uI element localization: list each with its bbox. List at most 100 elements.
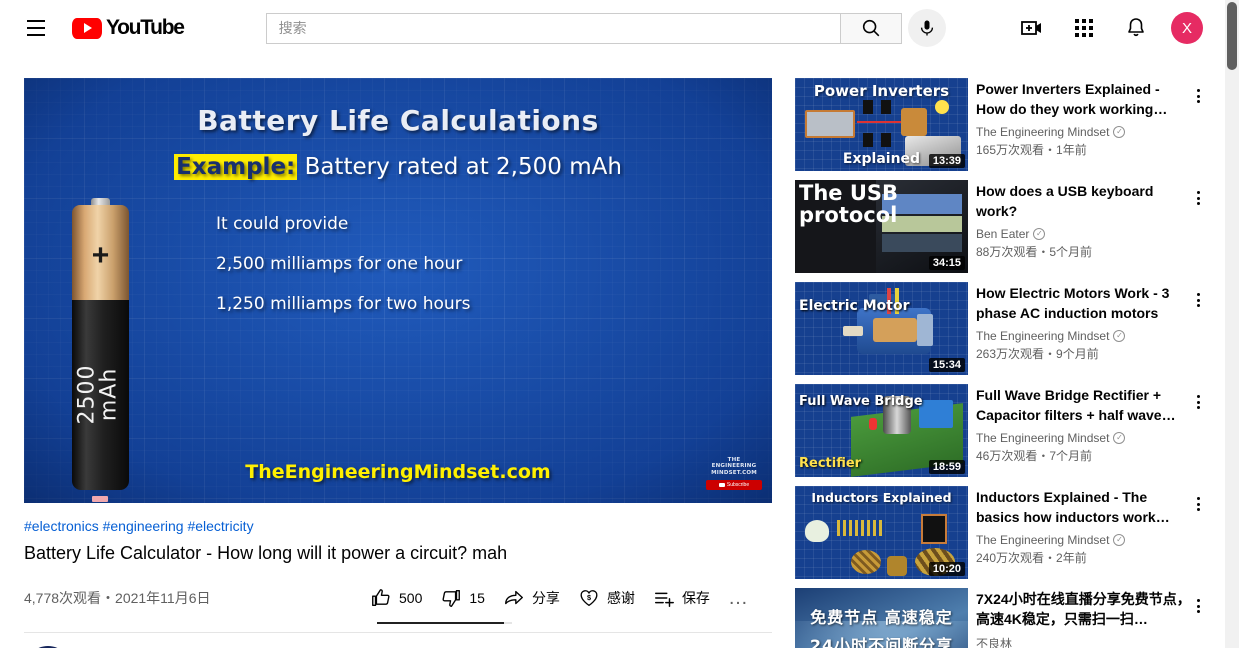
recommendation-meta: 7X24小时在线直播分享免费节点，高速4K稳定，只需扫一扫… 不良林 bbox=[976, 588, 1191, 648]
player-vignette bbox=[24, 78, 772, 503]
video-thumbnail[interactable]: The USB protocol 34:15 bbox=[795, 180, 968, 273]
heart-dollar-icon: $ bbox=[580, 590, 598, 607]
more-actions-button[interactable]: … bbox=[719, 578, 759, 618]
video-action-buttons: 500 15 分享 $ 感谢 保存 … bbox=[361, 578, 759, 618]
recommendation-stats: 263万次观看・9个月前 bbox=[976, 347, 1099, 361]
channel-watermark[interactable]: THE ENGINEERING MINDSET.COM Subscribe bbox=[706, 457, 762, 490]
video-thumbnail[interactable]: Inductors Explained 10:20 bbox=[795, 486, 968, 579]
recommendation-channel-name: The Engineering Mindset bbox=[976, 431, 1110, 445]
more-options-icon[interactable] bbox=[1186, 492, 1210, 516]
thumbnail-caption-top: Full Wave Bridge bbox=[799, 394, 923, 409]
video-player[interactable]: Battery Life Calculations Example: Batte… bbox=[24, 78, 772, 503]
recommendation-channel[interactable]: Ben Eater ✓ bbox=[976, 227, 1191, 241]
recommendation-meta: Full Wave Bridge Rectifier + Capacitor f… bbox=[976, 384, 1191, 477]
scrollbar-thumb[interactable] bbox=[1227, 2, 1237, 70]
recommendation-title: 7X24小时在线直播分享免费节点，高速4K稳定，只需扫一扫… bbox=[976, 591, 1191, 627]
video-duration: 18:59 bbox=[928, 460, 965, 474]
more-options-icon[interactable] bbox=[1186, 288, 1210, 312]
recommendation-channel[interactable]: 不良林 bbox=[976, 635, 1191, 648]
recommendation-channel[interactable]: The Engineering Mindset ✓ bbox=[976, 125, 1191, 139]
list-item[interactable]: Inductors Explained 10:20 Inductors Expl… bbox=[795, 486, 1210, 579]
thanks-button[interactable]: $ 感谢 bbox=[569, 578, 644, 618]
save-label: 保存 bbox=[681, 590, 710, 607]
list-item[interactable]: The USB protocol 34:15 How does a USB ke… bbox=[795, 180, 1210, 273]
more-options-icon[interactable] bbox=[1186, 84, 1210, 108]
video-thumbnail[interactable]: Power Inverters Explained 13:39 bbox=[795, 78, 968, 171]
share-button[interactable]: 分享 bbox=[494, 578, 569, 618]
guide-menu-icon[interactable] bbox=[16, 8, 56, 48]
dislike-count: 15 bbox=[469, 590, 485, 607]
video-thumbnail[interactable]: 免费节点 高速稳定 24小时不间断分享 bbox=[795, 588, 968, 648]
verified-check-icon: ✓ bbox=[1033, 228, 1046, 240]
recommendation-stats: 46万次观看・7个月前 bbox=[976, 449, 1093, 463]
youtube-logo-text: YouTube bbox=[106, 16, 185, 39]
recommendation-channel[interactable]: The Engineering Mindset ✓ bbox=[976, 431, 1191, 445]
video-hashtags-text: #electronics #engineering #electricity bbox=[24, 518, 254, 534]
recommendation-stats: 240万次观看・2年前 bbox=[976, 551, 1087, 565]
video-thumbnail[interactable]: Full Wave Bridge Rectifier 18:59 bbox=[795, 384, 968, 477]
masthead: YouTube CN bbox=[0, 0, 1225, 56]
recommendation-meta: Inductors Explained - The basics how ind… bbox=[976, 486, 1191, 579]
recommendation-channel[interactable]: The Engineering Mindset ✓ bbox=[976, 329, 1191, 343]
share-arrow-icon bbox=[505, 591, 523, 605]
save-to-playlist-icon bbox=[654, 593, 674, 608]
more-actions-label: … bbox=[727, 587, 750, 610]
slide-example-line: Example: Battery rated at 2,500 mAh bbox=[24, 154, 772, 180]
youtube-play-icon bbox=[72, 17, 102, 39]
share-label: 分享 bbox=[531, 590, 560, 607]
more-options-icon[interactable] bbox=[1186, 186, 1210, 210]
thumbnail-caption-bottom: Rectifier bbox=[799, 456, 862, 471]
battery-illustration: + 2500 mAh bbox=[72, 198, 129, 502]
create-video-button[interactable] bbox=[1015, 11, 1049, 45]
video-duration: 15:34 bbox=[928, 358, 965, 372]
watermark-play-icon bbox=[718, 483, 725, 487]
account-avatar[interactable]: X bbox=[1171, 12, 1203, 44]
slide-example-label: Example: bbox=[174, 154, 298, 180]
more-options-icon[interactable] bbox=[1186, 390, 1210, 414]
slide-line-3: 1,250 milliamps for two hours bbox=[216, 294, 471, 314]
video-hashtags[interactable]: #electronics #engineering #electricity bbox=[24, 517, 772, 535]
recommendation-meta: Power Inverters Explained - How do they … bbox=[976, 78, 1191, 171]
verified-check-icon: ✓ bbox=[1113, 126, 1126, 138]
youtube-logo[interactable]: YouTube CN bbox=[72, 16, 185, 40]
header-actions: X bbox=[1015, 11, 1203, 45]
battery-capacity-unit: mAh bbox=[97, 367, 122, 422]
search-input[interactable] bbox=[278, 20, 840, 36]
list-item[interactable]: Electric Motor 15:34 How Electric Motors… bbox=[795, 282, 1210, 375]
watermark-subscribe-button[interactable]: Subscribe bbox=[706, 480, 762, 490]
slide-website-url: TheEngineeringMindset.com bbox=[245, 461, 551, 483]
avatar-letter: X bbox=[1181, 19, 1192, 37]
battery-positive-section: + bbox=[72, 205, 129, 303]
like-ratio-fill bbox=[377, 622, 504, 625]
search-button[interactable] bbox=[839, 12, 902, 44]
recommendation-stats: 165万次观看・1年前 bbox=[976, 143, 1087, 157]
list-item[interactable]: 免费节点 高速稳定 24小时不间断分享 7X24小时在线直播分享免费节点，高速4… bbox=[795, 588, 1210, 648]
voice-search-button[interactable] bbox=[907, 9, 946, 47]
video-duration: 13:39 bbox=[928, 154, 965, 168]
meta-divider bbox=[24, 632, 772, 634]
thumbnail-caption-top: Power Inverters bbox=[813, 82, 950, 100]
slide-title: Battery Life Calculations bbox=[197, 104, 599, 137]
notifications-button[interactable] bbox=[1119, 11, 1153, 45]
recommendation-title: How Electric Motors Work - 3 phase AC in… bbox=[976, 285, 1170, 321]
save-button[interactable]: 保存 bbox=[644, 578, 719, 618]
youtube-apps-button[interactable] bbox=[1067, 11, 1101, 45]
list-item[interactable]: Power Inverters Explained 13:39 Power In… bbox=[795, 78, 1210, 171]
video-thumbnail[interactable]: Electric Motor 15:34 bbox=[795, 282, 968, 375]
like-button[interactable]: 500 bbox=[361, 578, 431, 618]
youtube-watch-page: YouTube CN bbox=[0, 0, 1239, 648]
recommendation-channel-name: The Engineering Mindset bbox=[976, 125, 1110, 139]
dislike-button[interactable]: 15 bbox=[431, 578, 494, 618]
battery-minus-symbol bbox=[92, 496, 108, 502]
battery-capacity-value: 2500 bbox=[74, 364, 100, 425]
slide-line-2: 2,500 milliamps for one hour bbox=[216, 254, 463, 274]
microphone-icon bbox=[920, 20, 933, 36]
recommendation-meta: How does a USB keyboard work? Ben Eater … bbox=[976, 180, 1191, 273]
page-scrollbar[interactable] bbox=[1225, 0, 1239, 648]
video-title: Battery Life Calculator - How long will … bbox=[24, 543, 508, 564]
search-box[interactable] bbox=[265, 12, 840, 44]
video-duration: 34:15 bbox=[928, 256, 965, 270]
recommendation-channel[interactable]: The Engineering Mindset ✓ bbox=[976, 533, 1191, 547]
more-options-icon[interactable] bbox=[1186, 594, 1210, 618]
list-item[interactable]: Full Wave Bridge Rectifier 18:59 Full Wa… bbox=[795, 384, 1210, 477]
